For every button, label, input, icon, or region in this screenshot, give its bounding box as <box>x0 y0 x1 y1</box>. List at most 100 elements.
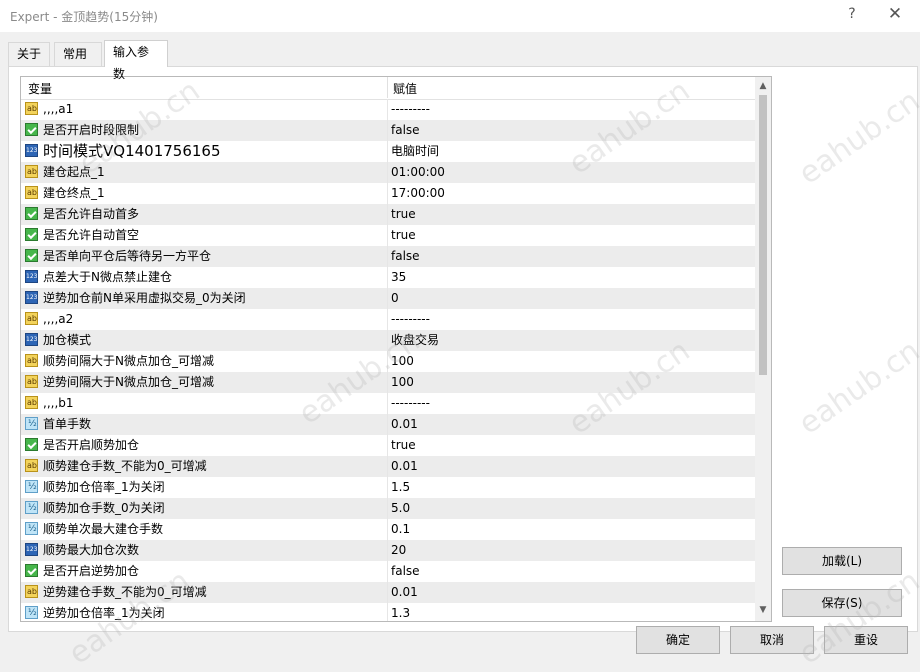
cell-divider <box>387 225 388 246</box>
save-button[interactable]: 保存(S) <box>782 589 902 617</box>
help-icon[interactable]: ? <box>846 6 858 22</box>
column-divider[interactable] <box>387 77 388 98</box>
parameter-value[interactable]: 1.5 <box>391 477 410 498</box>
title-bar: Expert - 金顶趋势(15分钟) ? ✕ <box>0 0 920 32</box>
table-row[interactable]: 顺势建仓手数_不能为0_可增减 0.01 <box>21 455 755 477</box>
table-row[interactable]: 首单手数 0.01 <box>21 414 755 435</box>
table-row[interactable]: 逆势间隔大于N微点加仓_可增减 100 <box>21 371 755 393</box>
close-icon[interactable]: ✕ <box>885 4 905 24</box>
table-row[interactable]: ,,,,a2 --------- <box>21 308 755 330</box>
parameter-value[interactable]: 20 <box>391 540 406 561</box>
parameter-name: 顺势最大加仓次数 <box>43 543 140 557</box>
parameter-value[interactable]: 100 <box>391 372 414 393</box>
reset-button[interactable]: 重设 <box>824 626 908 654</box>
scrollbar-thumb[interactable] <box>759 95 767 375</box>
parameter-name: ,,,,b1 <box>43 396 74 410</box>
parameter-value[interactable]: --------- <box>391 393 430 414</box>
ok-button[interactable]: 确定 <box>636 626 720 654</box>
parameter-value[interactable]: true <box>391 435 416 456</box>
table-row[interactable]: 顺势间隔大于N微点加仓_可增减 100 <box>21 350 755 372</box>
dbl-icon <box>25 498 38 519</box>
parameter-value[interactable]: 0 <box>391 288 399 309</box>
parameter-value[interactable]: 100 <box>391 351 414 372</box>
tab-common[interactable]: 常用 <box>54 42 102 66</box>
parameter-name: 逆势加仓倍率_1为关闭 <box>43 606 165 620</box>
parameter-name: 是否开启逆势加仓 <box>43 564 140 578</box>
parameter-value[interactable]: 1.3 <box>391 603 410 621</box>
parameter-value[interactable]: true <box>391 225 416 246</box>
column-header-variable[interactable]: 变量 <box>28 80 52 97</box>
parameter-value[interactable]: 35 <box>391 267 406 288</box>
load-button[interactable]: 加载(L) <box>782 547 902 575</box>
tab-about[interactable]: 关于 <box>8 42 50 66</box>
table-header: 变量 赋值 <box>21 77 755 100</box>
int-icon <box>25 329 38 350</box>
table-row[interactable]: 是否单向平仓后等待另一方平仓 false <box>21 246 755 267</box>
table-row[interactable]: 是否开启逆势加仓 false <box>21 561 755 582</box>
parameter-value[interactable]: 01:00:00 <box>391 162 445 183</box>
parameter-value[interactable]: false <box>391 120 420 141</box>
int-icon <box>25 140 38 161</box>
parameter-name: 顺势加仓倍率_1为关闭 <box>43 480 165 494</box>
bool-icon <box>25 249 38 262</box>
table-row[interactable]: 是否开启顺势加仓 true <box>21 435 755 456</box>
window-title: Expert - 金顶趋势(15分钟) <box>10 10 158 24</box>
table-row[interactable]: 逆势加仓前N单采用虚拟交易_0为关闭 0 <box>21 287 755 309</box>
table-row[interactable]: 点差大于N微点禁止建仓 35 <box>21 266 755 288</box>
parameter-value[interactable]: 17:00:00 <box>391 183 445 204</box>
table-row[interactable]: ,,,,b1 --------- <box>21 392 755 414</box>
parameter-value[interactable]: false <box>391 246 420 267</box>
parameter-name: 逆势建仓手数_不能为0_可增减 <box>43 585 207 599</box>
table-row[interactable]: 顺势加仓手数_0为关闭 5.0 <box>21 498 755 519</box>
scroll-up-icon[interactable]: ▲ <box>755 79 771 93</box>
table-row[interactable]: 逆势建仓手数_不能为0_可增减 0.01 <box>21 581 755 603</box>
column-header-value[interactable]: 赋值 <box>393 80 417 97</box>
ab-icon <box>25 392 38 413</box>
parameter-value[interactable]: 电脑时间 <box>391 141 439 162</box>
parameter-name: 顺势建仓手数_不能为0_可增减 <box>43 459 207 473</box>
parameter-value[interactable]: 0.1 <box>391 519 410 540</box>
table-row[interactable]: 加仓模式 收盘交易 <box>21 329 755 351</box>
parameter-name: 加仓模式 <box>43 333 92 347</box>
table-row[interactable]: 是否开启时段限制 false <box>21 120 755 141</box>
cell-divider <box>387 498 388 519</box>
parameter-value[interactable]: false <box>391 561 420 582</box>
table-row[interactable]: 建仓终点_1 17:00:00 <box>21 182 755 204</box>
table-row[interactable]: 是否允许自动首空 true <box>21 225 755 246</box>
table-row[interactable]: 逆势加仓倍率_1为关闭 1.3 <box>21 603 755 621</box>
vertical-scrollbar[interactable]: ▲ ▼ <box>755 77 771 621</box>
dbl-icon <box>25 477 38 498</box>
parameter-value[interactable]: 0.01 <box>391 582 418 603</box>
cell-divider <box>387 99 388 120</box>
ab-icon <box>25 161 38 182</box>
cancel-button[interactable]: 取消 <box>730 626 814 654</box>
parameter-value[interactable]: --------- <box>391 99 430 120</box>
table-row[interactable]: ,,,,a1 --------- <box>21 98 755 120</box>
table-row[interactable]: 时间模式VQ1401756165 电脑时间 <box>21 140 755 162</box>
parameters-table: 变量 赋值 ,,,,a1---------是否开启时段限制false时间模式VQ… <box>20 76 772 622</box>
cell-divider <box>387 183 388 204</box>
parameter-value[interactable]: 0.01 <box>391 414 418 435</box>
table-row[interactable]: 顺势加仓倍率_1为关闭 1.5 <box>21 477 755 498</box>
table-row[interactable]: 是否允许自动首多 true <box>21 204 755 225</box>
bool-icon <box>25 438 38 451</box>
parameter-value[interactable]: 5.0 <box>391 498 410 519</box>
parameter-value[interactable]: true <box>391 204 416 225</box>
ab-icon <box>25 581 38 602</box>
ab-icon <box>25 182 38 203</box>
parameter-name: 首单手数 <box>43 417 92 431</box>
parameter-value[interactable]: 0.01 <box>391 456 418 477</box>
parameter-name: ,,,,a1 <box>43 102 74 116</box>
parameter-value[interactable]: 收盘交易 <box>391 330 439 351</box>
scroll-down-icon[interactable]: ▼ <box>755 603 771 617</box>
table-row[interactable]: 顺势最大加仓次数 20 <box>21 539 755 561</box>
table-row[interactable]: 顺势单次最大建仓手数 0.1 <box>21 519 755 540</box>
table-row[interactable]: 建仓起点_1 01:00:00 <box>21 161 755 183</box>
parameter-value[interactable]: --------- <box>391 309 430 330</box>
cell-divider <box>387 288 388 309</box>
parameter-name: 是否单向平仓后等待另一方平仓 <box>43 249 212 263</box>
tab-inputs[interactable]: 输入参数 <box>104 40 168 81</box>
cell-divider <box>387 267 388 288</box>
bool-icon <box>25 207 38 220</box>
cell-divider <box>387 330 388 351</box>
